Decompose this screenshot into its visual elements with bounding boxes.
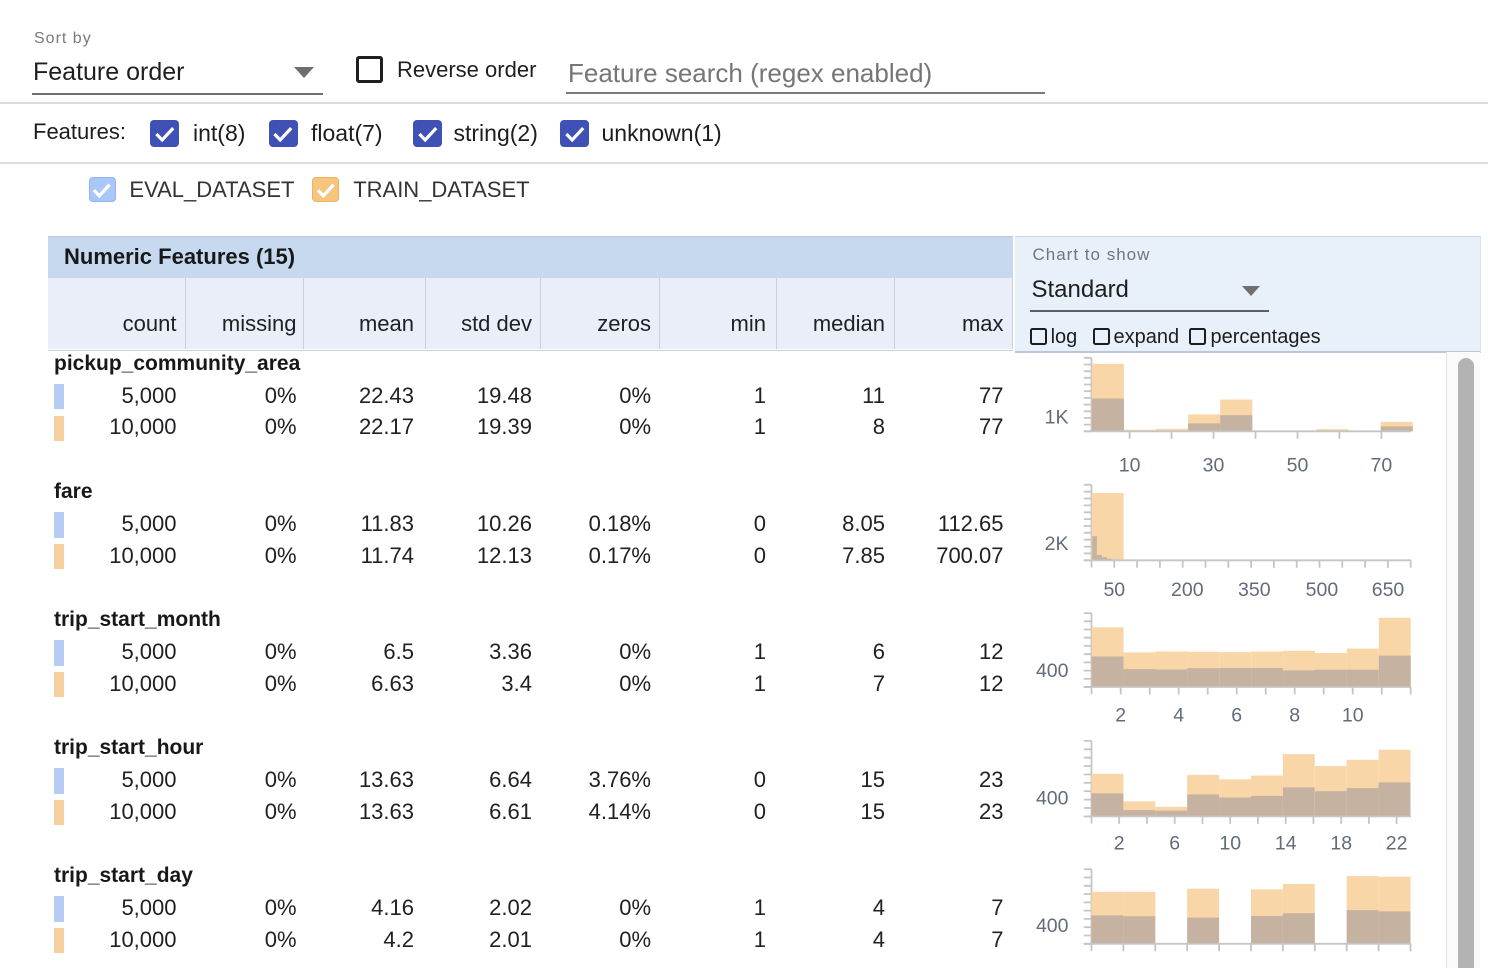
svg-text:2: 2 (1115, 705, 1126, 727)
svg-text:6: 6 (1169, 832, 1180, 854)
svg-text:18: 18 (1330, 832, 1352, 854)
svg-text:8: 8 (1289, 705, 1300, 727)
svg-text:6: 6 (1231, 705, 1242, 727)
svg-text:22: 22 (1386, 832, 1408, 854)
svg-text:50: 50 (1287, 455, 1309, 477)
svg-text:1K: 1K (1045, 406, 1069, 428)
svg-text:30: 30 (1203, 455, 1225, 477)
svg-text:350: 350 (1238, 579, 1271, 601)
svg-text:4: 4 (1173, 705, 1184, 727)
svg-text:2K: 2K (1045, 533, 1069, 555)
svg-text:50: 50 (1103, 579, 1125, 601)
svg-text:500: 500 (1306, 579, 1339, 601)
svg-text:400: 400 (1036, 660, 1069, 682)
svg-text:10: 10 (1342, 705, 1364, 727)
svg-text:2: 2 (1114, 832, 1125, 854)
svg-text:10: 10 (1119, 455, 1141, 477)
svg-text:10: 10 (1219, 832, 1241, 854)
svg-text:14: 14 (1275, 832, 1297, 854)
svg-text:400: 400 (1036, 787, 1069, 809)
svg-text:400: 400 (1036, 915, 1069, 937)
svg-text:200: 200 (1171, 579, 1204, 601)
svg-text:70: 70 (1371, 455, 1393, 477)
svg-text:650: 650 (1372, 579, 1405, 601)
